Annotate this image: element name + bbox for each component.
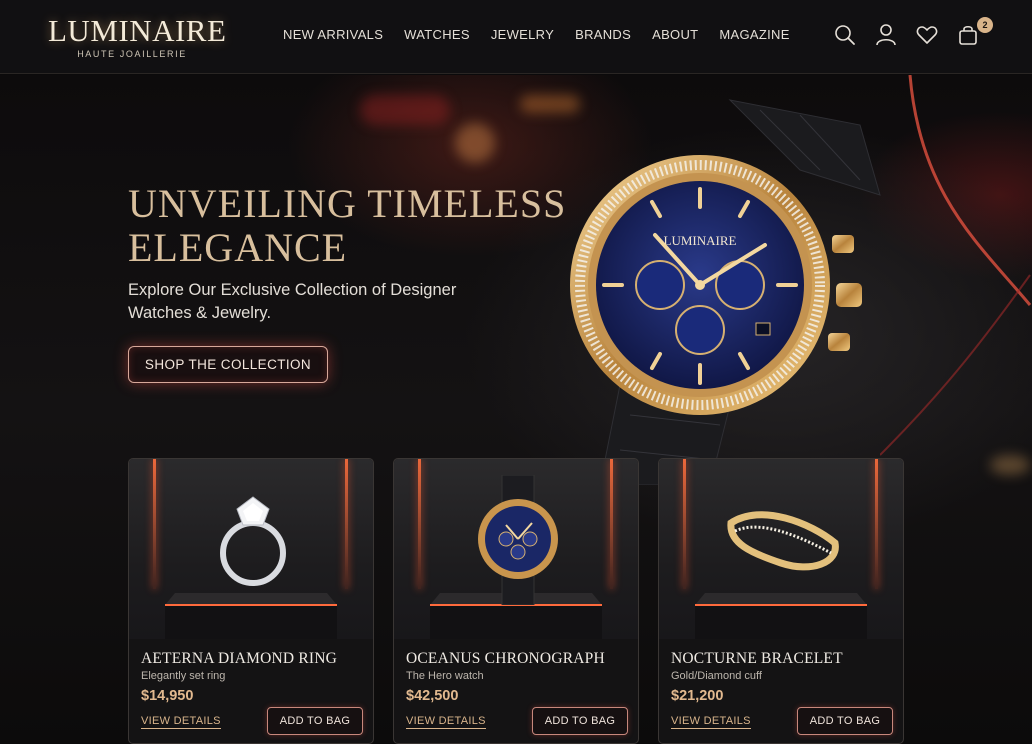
accent-light <box>418 459 421 589</box>
view-details-link[interactable]: VIEW DETAILS <box>141 715 221 729</box>
watch-dial-brand: LUMINAIRE <box>664 233 737 248</box>
red-light-streak <box>880 75 1032 456</box>
accent-light <box>153 459 156 589</box>
product-name: NOCTURNE BRACELET <box>671 650 843 667</box>
bokeh-light <box>455 123 495 163</box>
product-description: Gold/Diamond cuff <box>671 670 762 682</box>
accent-light <box>683 459 686 589</box>
accent-light <box>345 459 348 589</box>
product-name: AETERNA DIAMOND RING <box>141 650 338 667</box>
nav-brands[interactable]: BRANDS <box>575 27 631 42</box>
add-to-bag-button[interactable]: ADD TO BAG <box>267 707 363 735</box>
hero-subtitle: Explore Our Exclusive Collection of Desi… <box>128 281 457 322</box>
gold-bracelet-image <box>727 511 839 571</box>
hero-watch-image: LUMINAIRE <box>570 99 881 485</box>
brand-name: LUMINAIRE <box>48 13 227 48</box>
site-header: LUMINAIRE HAUTE JOAILLERIE NEW ARRIVALS … <box>0 0 1032 74</box>
product-description: Elegantly set ring <box>141 670 226 682</box>
product-name: OCEANUS CHRONOGRAPH <box>406 650 605 667</box>
hero-title: UNVEILING TIMELESS ELEGANCE <box>128 182 568 270</box>
accent-light <box>875 459 878 589</box>
nav-magazine[interactable]: MAGAZINE <box>719 27 789 42</box>
header-actions: 2 <box>834 17 993 48</box>
cart-count-badge: 2 <box>977 17 993 33</box>
product-price: $42,500 <box>406 688 459 704</box>
search-icon[interactable] <box>834 22 856 48</box>
product-image-chronograph <box>394 459 638 639</box>
main-nav: NEW ARRIVALS WATCHES JEWELRY BRANDS ABOU… <box>283 27 790 42</box>
diamond-ring-image <box>220 496 286 586</box>
view-details-link[interactable]: VIEW DETAILS <box>406 715 486 729</box>
nav-about[interactable]: ABOUT <box>652 27 698 42</box>
display-pedestal <box>695 593 867 639</box>
chronograph-watch-image <box>478 475 558 605</box>
nav-watches[interactable]: WATCHES <box>404 27 470 42</box>
product-image-ring <box>129 459 373 639</box>
add-to-bag-button[interactable]: ADD TO BAG <box>532 707 628 735</box>
nav-new-arrivals[interactable]: NEW ARRIVALS <box>283 27 383 42</box>
product-image-bracelet <box>659 459 903 639</box>
shop-collection-button[interactable]: SHOP THE COLLECTION <box>128 346 328 383</box>
add-to-bag-button[interactable]: ADD TO BAG <box>797 707 893 735</box>
product-card-ring[interactable]: AETERNA DIAMOND RING Elegantly set ring … <box>128 458 374 744</box>
product-card-bracelet[interactable]: NOCTURNE BRACELET Gold/Diamond cuff $21,… <box>658 458 904 744</box>
product-price: $14,950 <box>141 688 194 704</box>
account-icon[interactable] <box>875 22 897 48</box>
product-price: $21,200 <box>671 688 724 704</box>
brand-tagline: HAUTE JOAILLERIE <box>77 49 187 59</box>
hero-banner: UNVEILING TIMELESS ELEGANCE Explore Our … <box>0 75 1032 744</box>
product-card-chronograph[interactable]: OCEANUS CHRONOGRAPH The Hero watch $42,5… <box>393 458 639 744</box>
brand-logo[interactable]: LUMINAIRE HAUTE JOAILLERIE <box>48 13 227 60</box>
hero-title-line-2: ELEGANCE <box>128 225 348 270</box>
bokeh-light <box>360 95 450 125</box>
nav-jewelry[interactable]: JEWELRY <box>491 27 554 42</box>
view-details-link[interactable]: VIEW DETAILS <box>671 715 751 729</box>
accent-light <box>610 459 613 589</box>
wishlist-heart-icon[interactable] <box>916 22 938 48</box>
hero-title-line-1: UNVEILING TIMELESS <box>128 181 567 226</box>
shopping-bag-icon[interactable]: 2 <box>957 17 993 48</box>
product-description: The Hero watch <box>406 670 484 682</box>
